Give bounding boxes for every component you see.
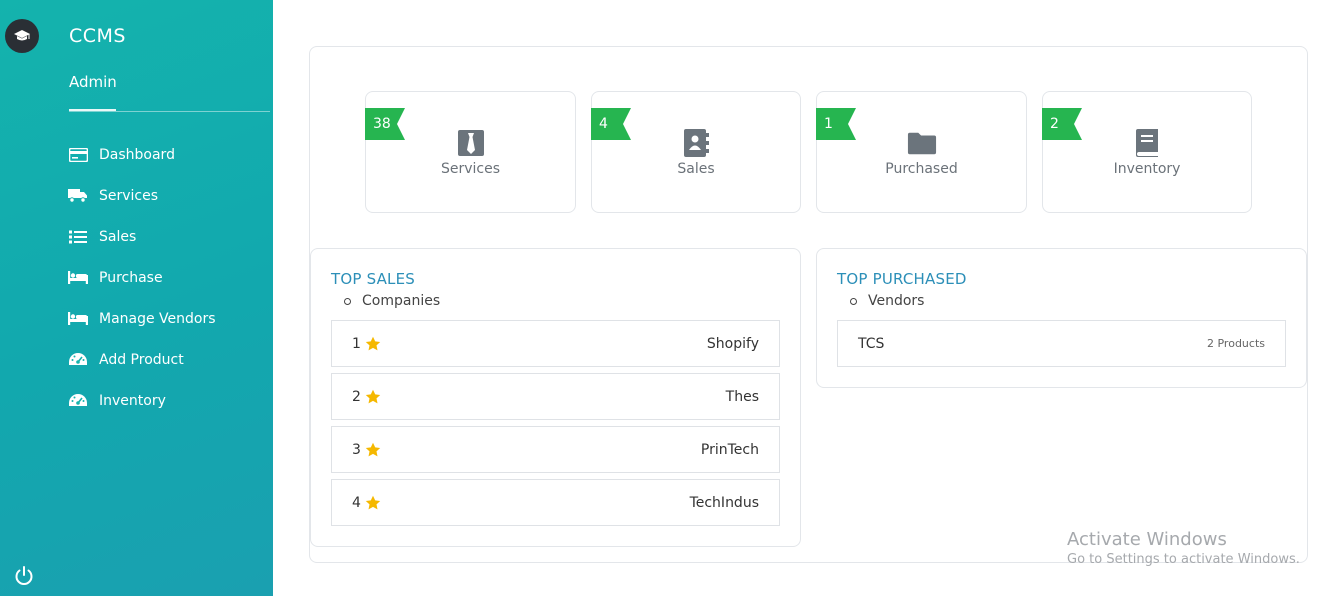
section-title: TOP PURCHASED bbox=[837, 270, 967, 288]
section-title: TOP SALES bbox=[331, 270, 415, 288]
top-purchased-list: TCS 2 Products bbox=[837, 320, 1286, 373]
sidebar-item-label: Manage Vendors bbox=[99, 310, 216, 327]
product-count: 2 Products bbox=[1207, 337, 1265, 350]
circle-bullet-icon bbox=[344, 297, 351, 305]
rank-number: 3 bbox=[352, 441, 361, 458]
count-badge: 1 bbox=[816, 108, 856, 140]
section-subtitle-text: Companies bbox=[362, 293, 441, 309]
stat-label: Purchased bbox=[885, 161, 958, 177]
credit-card-icon bbox=[68, 147, 88, 163]
list-item[interactable]: 2 Thes bbox=[331, 373, 780, 420]
stat-label: Services bbox=[440, 161, 501, 177]
graduation-cap-icon[interactable] bbox=[5, 19, 39, 53]
rank: 4 bbox=[352, 495, 381, 511]
list-item[interactable]: 4 TechIndus bbox=[331, 479, 780, 526]
address-book-icon bbox=[681, 128, 711, 158]
circle-bullet-icon bbox=[850, 297, 857, 305]
tie-icon bbox=[456, 128, 486, 158]
sidebar-item-label: Dashboard bbox=[99, 146, 175, 163]
sidebar-item-purchase[interactable]: Purchase bbox=[68, 257, 216, 298]
top-sales-list: 1 Shopify 2 Thes 3 PrinTech 4 TechIndus bbox=[331, 320, 780, 532]
sidebar-item-manage-vendors[interactable]: Manage Vendors bbox=[68, 298, 216, 339]
star-icon bbox=[365, 336, 381, 350]
sidebar-item-services[interactable]: Services bbox=[68, 175, 216, 216]
stat-card-services[interactable]: 38 Services bbox=[365, 91, 576, 213]
section-subtitle-text: Vendors bbox=[868, 293, 925, 309]
rank-number: 1 bbox=[352, 335, 361, 352]
star-icon bbox=[365, 389, 381, 403]
count-badge: 38 bbox=[365, 108, 405, 140]
sidebar-item-label: Services bbox=[99, 187, 159, 204]
gauge-icon bbox=[68, 352, 88, 368]
watermark-title: Activate Windows bbox=[1067, 529, 1227, 550]
rank: 2 bbox=[352, 389, 381, 405]
company-name: Shopify bbox=[706, 335, 759, 352]
stat-card-inventory[interactable]: 2 Inventory bbox=[1042, 91, 1252, 213]
company-name: PrinTech bbox=[700, 441, 759, 458]
sidebar-item-label: Inventory bbox=[99, 392, 166, 409]
top-sales-panel: TOP SALES Companies 1 Shopify 2 Thes 3 P… bbox=[310, 248, 801, 547]
bed-icon bbox=[68, 270, 88, 286]
gauge-icon bbox=[68, 393, 88, 409]
sidebar-item-inventory[interactable]: Inventory bbox=[68, 380, 216, 421]
stat-label: Inventory bbox=[1113, 161, 1181, 177]
book-icon bbox=[1132, 128, 1162, 158]
vendor-name: TCS bbox=[858, 335, 885, 352]
folder-icon bbox=[907, 128, 937, 158]
sidebar-item-add-product[interactable]: Add Product bbox=[68, 339, 216, 380]
sidebar: CCMS Admin Dashboard Services Sales Purc… bbox=[0, 0, 273, 596]
bed-icon bbox=[68, 311, 88, 327]
stat-label: Sales bbox=[677, 161, 715, 177]
sidebar-nav: Dashboard Services Sales Purchase Manage… bbox=[68, 134, 216, 421]
rank: 1 bbox=[352, 336, 381, 352]
sidebar-item-sales[interactable]: Sales bbox=[68, 216, 216, 257]
list-item[interactable]: 1 Shopify bbox=[331, 320, 780, 367]
company-name: TechIndus bbox=[689, 494, 759, 511]
rank-number: 4 bbox=[352, 494, 361, 511]
top-purchased-panel: TOP PURCHASED Vendors TCS 2 Products bbox=[816, 248, 1307, 388]
user-role: Admin bbox=[69, 73, 117, 91]
company-name: Thes bbox=[725, 388, 759, 405]
rank: 3 bbox=[352, 442, 381, 458]
list-item[interactable]: TCS 2 Products bbox=[837, 320, 1286, 367]
stat-card-sales[interactable]: 4 Sales bbox=[591, 91, 801, 213]
count-badge: 4 bbox=[591, 108, 631, 140]
section-subtitle: Vendors bbox=[850, 293, 924, 309]
brand-title: CCMS bbox=[69, 25, 126, 47]
activate-windows-watermark: Activate Windows Go to Settings to activ… bbox=[1067, 529, 1300, 567]
sidebar-divider bbox=[69, 111, 270, 112]
list-item[interactable]: 3 PrinTech bbox=[331, 426, 780, 473]
sidebar-item-label: Purchase bbox=[99, 269, 163, 286]
list-icon bbox=[68, 229, 88, 245]
sidebar-item-label: Add Product bbox=[99, 351, 184, 368]
sidebar-item-dashboard[interactable]: Dashboard bbox=[68, 134, 216, 175]
sidebar-item-label: Sales bbox=[99, 228, 137, 245]
count-badge: 2 bbox=[1042, 108, 1082, 140]
section-subtitle: Companies bbox=[344, 293, 440, 309]
power-icon[interactable] bbox=[13, 565, 35, 587]
rank-number: 2 bbox=[352, 388, 361, 405]
star-icon bbox=[365, 495, 381, 509]
watermark-subtitle: Go to Settings to activate Windows. bbox=[1067, 552, 1300, 567]
stat-card-purchased[interactable]: 1 Purchased bbox=[816, 91, 1027, 213]
star-icon bbox=[365, 442, 381, 456]
truck-icon bbox=[68, 188, 88, 204]
